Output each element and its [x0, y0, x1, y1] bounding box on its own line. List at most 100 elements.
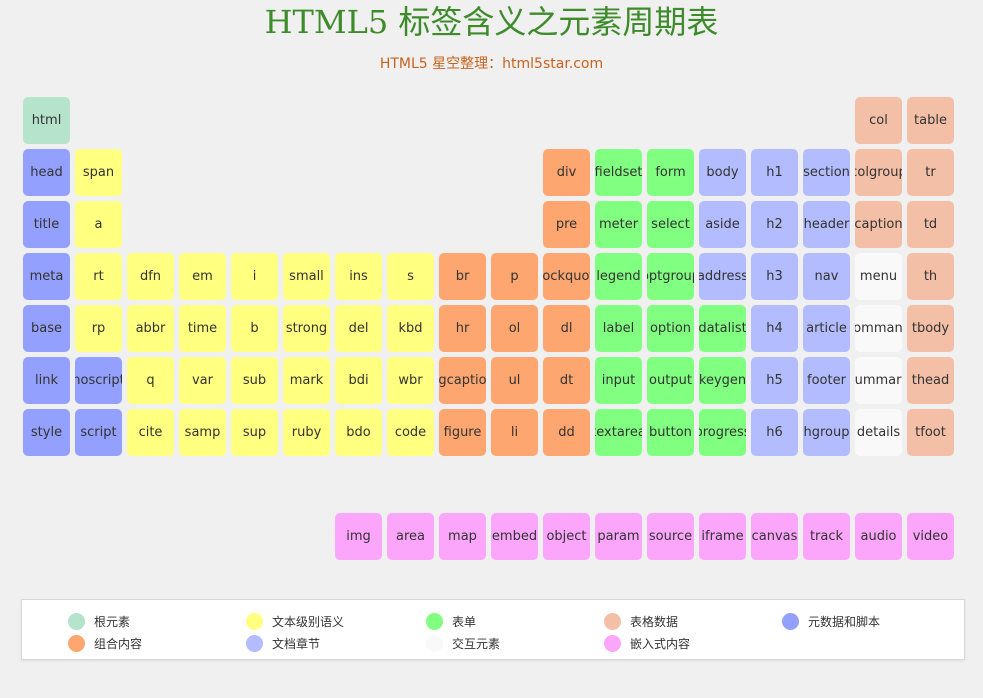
element-tile-h1[interactable]: h1 [751, 149, 798, 196]
element-tile-div[interactable]: div [543, 149, 590, 196]
element-tile-optgroup[interactable]: optgroup [647, 253, 694, 300]
element-tile-td[interactable]: td [907, 201, 954, 248]
element-tile-br[interactable]: br [439, 253, 486, 300]
element-tile-menu[interactable]: menu [855, 253, 902, 300]
element-tile-embed[interactable]: embed [491, 513, 538, 560]
element-tile-caption[interactable]: caption [855, 201, 902, 248]
element-tile-h3[interactable]: h3 [751, 253, 798, 300]
element-tile-bdi[interactable]: bdi [335, 357, 382, 404]
element-tile-hr[interactable]: hr [439, 305, 486, 352]
element-tile-dfn[interactable]: dfn [127, 253, 174, 300]
element-tile-s[interactable]: s [387, 253, 434, 300]
element-tile-dd[interactable]: dd [543, 409, 590, 456]
element-tile-dt[interactable]: dt [543, 357, 590, 404]
element-tile-b[interactable]: b [231, 305, 278, 352]
element-tile-time[interactable]: time [179, 305, 226, 352]
element-tile-p[interactable]: p [491, 253, 538, 300]
element-tile-link[interactable]: link [23, 357, 70, 404]
element-tile-aside[interactable]: aside [699, 201, 746, 248]
element-tile-thead[interactable]: thead [907, 357, 954, 404]
element-tile-h2[interactable]: h2 [751, 201, 798, 248]
element-tile-meter[interactable]: meter [595, 201, 642, 248]
element-tile-hgroup[interactable]: hgroup [803, 409, 850, 456]
element-tile-table[interactable]: table [907, 97, 954, 144]
element-tile-summary[interactable]: summary [855, 357, 902, 404]
element-tile-style[interactable]: style [23, 409, 70, 456]
element-tile-pre[interactable]: pre [543, 201, 590, 248]
element-tile-dl[interactable]: dl [543, 305, 590, 352]
element-tile-title[interactable]: title [23, 201, 70, 248]
element-tile-section[interactable]: section [803, 149, 850, 196]
element-tile-ul[interactable]: ul [491, 357, 538, 404]
element-tile-article[interactable]: article [803, 305, 850, 352]
element-tile-details[interactable]: details [855, 409, 902, 456]
element-tile-del[interactable]: del [335, 305, 382, 352]
element-tile-script[interactable]: script [75, 409, 122, 456]
element-tile-i[interactable]: i [231, 253, 278, 300]
element-tile-param[interactable]: param [595, 513, 642, 560]
element-tile-tr[interactable]: tr [907, 149, 954, 196]
element-tile-abbr[interactable]: abbr [127, 305, 174, 352]
element-tile-iframe[interactable]: iframe [699, 513, 746, 560]
element-tile-video[interactable]: video [907, 513, 954, 560]
element-tile-img[interactable]: img [335, 513, 382, 560]
element-tile-li[interactable]: li [491, 409, 538, 456]
element-tile-tbody[interactable]: tbody [907, 305, 954, 352]
element-tile-rp[interactable]: rp [75, 305, 122, 352]
element-tile-ruby[interactable]: ruby [283, 409, 330, 456]
element-tile-track[interactable]: track [803, 513, 850, 560]
element-tile-address[interactable]: address [699, 253, 746, 300]
element-tile-colgroup[interactable]: colgroup [855, 149, 902, 196]
element-tile-source[interactable]: source [647, 513, 694, 560]
element-tile-noscript[interactable]: noscript [75, 357, 122, 404]
element-tile-figure[interactable]: figure [439, 409, 486, 456]
element-tile-footer[interactable]: footer [803, 357, 850, 404]
element-tile-object[interactable]: object [543, 513, 590, 560]
element-tile-kbd[interactable]: kbd [387, 305, 434, 352]
element-tile-audio[interactable]: audio [855, 513, 902, 560]
element-tile-blockquote[interactable]: blockquote [543, 253, 590, 300]
element-tile-sub[interactable]: sub [231, 357, 278, 404]
element-tile-samp[interactable]: samp [179, 409, 226, 456]
element-tile-h6[interactable]: h6 [751, 409, 798, 456]
element-tile-span[interactable]: span [75, 149, 122, 196]
element-tile-progress[interactable]: progress [699, 409, 746, 456]
element-tile-q[interactable]: q [127, 357, 174, 404]
element-tile-strong[interactable]: strong [283, 305, 330, 352]
element-tile-textarea[interactable]: textarea [595, 409, 642, 456]
element-tile-base[interactable]: base [23, 305, 70, 352]
element-tile-command[interactable]: command [855, 305, 902, 352]
element-tile-wbr[interactable]: wbr [387, 357, 434, 404]
element-tile-label[interactable]: label [595, 305, 642, 352]
element-tile-button[interactable]: button [647, 409, 694, 456]
element-tile-tfoot[interactable]: tfoot [907, 409, 954, 456]
element-tile-bdo[interactable]: bdo [335, 409, 382, 456]
element-tile-ol[interactable]: ol [491, 305, 538, 352]
element-tile-form[interactable]: form [647, 149, 694, 196]
element-tile-canvas[interactable]: canvas [751, 513, 798, 560]
element-tile-output[interactable]: output [647, 357, 694, 404]
element-tile-meta[interactable]: meta [23, 253, 70, 300]
element-tile-datalist[interactable]: datalist [699, 305, 746, 352]
element-tile-map[interactable]: map [439, 513, 486, 560]
element-tile-mark[interactable]: mark [283, 357, 330, 404]
element-tile-col[interactable]: col [855, 97, 902, 144]
element-tile-cite[interactable]: cite [127, 409, 174, 456]
element-tile-select[interactable]: select [647, 201, 694, 248]
element-tile-html[interactable]: html [23, 97, 70, 144]
element-tile-input[interactable]: input [595, 357, 642, 404]
element-tile-body[interactable]: body [699, 149, 746, 196]
element-tile-sup[interactable]: sup [231, 409, 278, 456]
element-tile-nav[interactable]: nav [803, 253, 850, 300]
element-tile-ins[interactable]: ins [335, 253, 382, 300]
element-tile-legend[interactable]: legend [595, 253, 642, 300]
element-tile-header[interactable]: header [803, 201, 850, 248]
element-tile-area[interactable]: area [387, 513, 434, 560]
element-tile-var[interactable]: var [179, 357, 226, 404]
element-tile-a[interactable]: a [75, 201, 122, 248]
element-tile-em[interactable]: em [179, 253, 226, 300]
element-tile-keygen[interactable]: keygen [699, 357, 746, 404]
element-tile-rt[interactable]: rt [75, 253, 122, 300]
element-tile-option[interactable]: option [647, 305, 694, 352]
element-tile-h5[interactable]: h5 [751, 357, 798, 404]
